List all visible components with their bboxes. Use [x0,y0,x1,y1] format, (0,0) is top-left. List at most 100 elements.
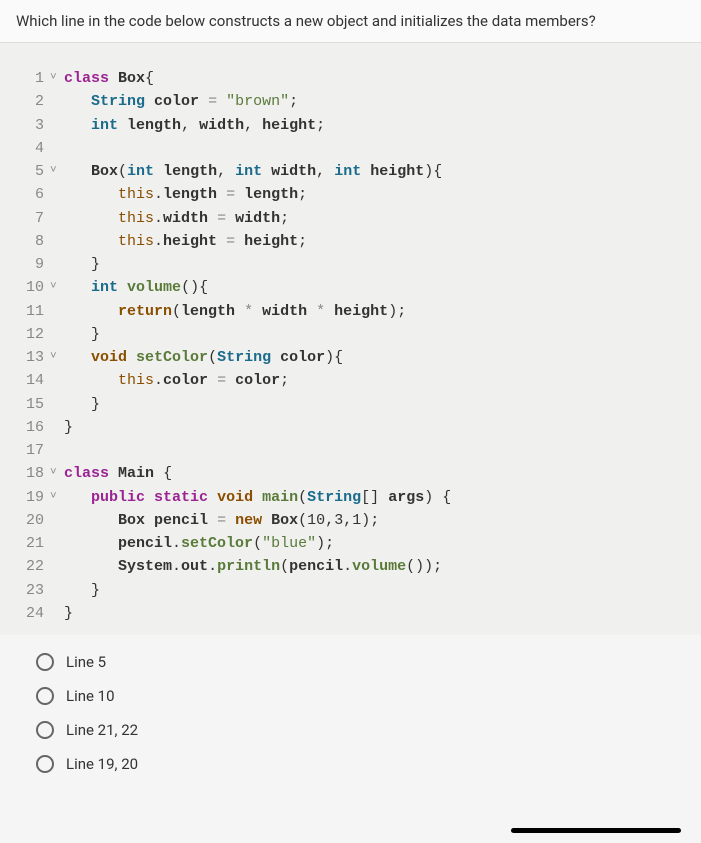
code-line: 12 } [10,323,691,346]
code-line: 10˅ int volume(){ [10,276,691,299]
line-number: 12 [10,323,50,346]
line-number: 15 [10,393,50,416]
fold-chevron-icon [50,532,64,555]
line-number: 19 [10,486,50,509]
code-content: } [64,602,691,625]
code-line: 13˅ void setColor(String color){ [10,346,691,369]
code-content: public static void main(String[] args) { [64,486,691,509]
code-block: 1˅class Box{2 String color = "brown";3 i… [0,43,701,635]
code-line: 21 pencil.setColor("blue"); [10,532,691,555]
code-content [64,439,691,462]
code-content: Box pencil = new Box(10,3,1); [64,509,691,532]
fold-chevron-icon [50,393,64,416]
code-content: return(length * width * height); [64,300,691,323]
code-content: class Main { [64,462,691,485]
code-line: 19˅ public static void main(String[] arg… [10,486,691,509]
code-content [64,137,691,160]
code-content: int volume(){ [64,276,691,299]
code-content: int length, width, height; [64,114,691,137]
fold-chevron-icon[interactable]: ˅ [50,462,64,485]
line-number: 8 [10,230,50,253]
line-number: 16 [10,416,50,439]
fold-chevron-icon [50,509,64,532]
fold-chevron-icon[interactable]: ˅ [50,346,64,369]
fold-chevron-icon [50,555,64,578]
code-line: 6 this.length = length; [10,183,691,206]
code-line: 2 String color = "brown"; [10,90,691,113]
line-number: 1 [10,67,50,90]
answer-option[interactable]: Line 5 [36,645,665,679]
code-content: } [64,579,691,602]
code-line: 24} [10,602,691,625]
code-line: 7 this.width = width; [10,207,691,230]
fold-chevron-icon [50,207,64,230]
fold-chevron-icon [50,114,64,137]
answer-option[interactable]: Line 19, 20 [36,747,665,781]
code-line: 5˅ Box(int length, int width, int height… [10,160,691,183]
code-content: String color = "brown"; [64,90,691,113]
code-content: pencil.setColor("blue"); [64,532,691,555]
code-content: class Box{ [64,67,691,90]
line-number: 17 [10,439,50,462]
line-number: 22 [10,555,50,578]
line-number: 20 [10,509,50,532]
code-line: 8 this.height = height; [10,230,691,253]
code-line: 15 } [10,393,691,416]
code-line: 22 System.out.println(pencil.volume()); [10,555,691,578]
code-line: 4 [10,137,691,160]
code-line: 20 Box pencil = new Box(10,3,1); [10,509,691,532]
line-number: 10 [10,276,50,299]
fold-chevron-icon[interactable]: ˅ [50,486,64,509]
fold-chevron-icon [50,579,64,602]
fold-chevron-icon[interactable]: ˅ [50,67,64,90]
code-content: Box(int length, int width, int height){ [64,160,691,183]
fold-chevron-icon [50,323,64,346]
code-content: this.width = width; [64,207,691,230]
code-content: } [64,393,691,416]
code-line: 23 } [10,579,691,602]
line-number: 14 [10,369,50,392]
code-line: 1˅class Box{ [10,67,691,90]
line-number: 18 [10,462,50,485]
code-line: 18˅class Main { [10,462,691,485]
fold-chevron-icon [50,183,64,206]
fold-chevron-icon [50,253,64,276]
radio-icon[interactable] [36,687,54,705]
code-line: 14 this.color = color; [10,369,691,392]
code-line: 16} [10,416,691,439]
code-content: System.out.println(pencil.volume()); [64,555,691,578]
fold-chevron-icon [50,300,64,323]
radio-icon[interactable] [36,721,54,739]
radio-icon[interactable] [36,653,54,671]
code-content: this.length = length; [64,183,691,206]
line-number: 7 [10,207,50,230]
code-content: void setColor(String color){ [64,346,691,369]
fold-chevron-icon [50,90,64,113]
code-content: } [64,323,691,346]
fold-chevron-icon [50,369,64,392]
line-number: 23 [10,579,50,602]
line-number: 4 [10,137,50,160]
answer-option[interactable]: Line 10 [36,679,665,713]
fold-chevron-icon[interactable]: ˅ [50,276,64,299]
fold-chevron-icon[interactable]: ˅ [50,160,64,183]
line-number: 6 [10,183,50,206]
fold-chevron-icon [50,439,64,462]
code-content: } [64,416,691,439]
code-content: this.color = color; [64,369,691,392]
line-number: 5 [10,160,50,183]
answer-option[interactable]: Line 21, 22 [36,713,665,747]
fold-chevron-icon [50,416,64,439]
fold-chevron-icon [50,230,64,253]
line-number: 9 [10,253,50,276]
option-label: Line 19, 20 [66,755,138,773]
line-number: 21 [10,532,50,555]
code-line: 9 } [10,253,691,276]
fold-chevron-icon [50,137,64,160]
question-text: Which line in the code below constructs … [0,0,701,43]
line-number: 11 [10,300,50,323]
radio-icon[interactable] [36,755,54,773]
answer-options: Line 5Line 10Line 21, 22 Line 19, 20 [0,635,701,791]
code-content: this.height = height; [64,230,691,253]
code-line: 11 return(length * width * height); [10,300,691,323]
